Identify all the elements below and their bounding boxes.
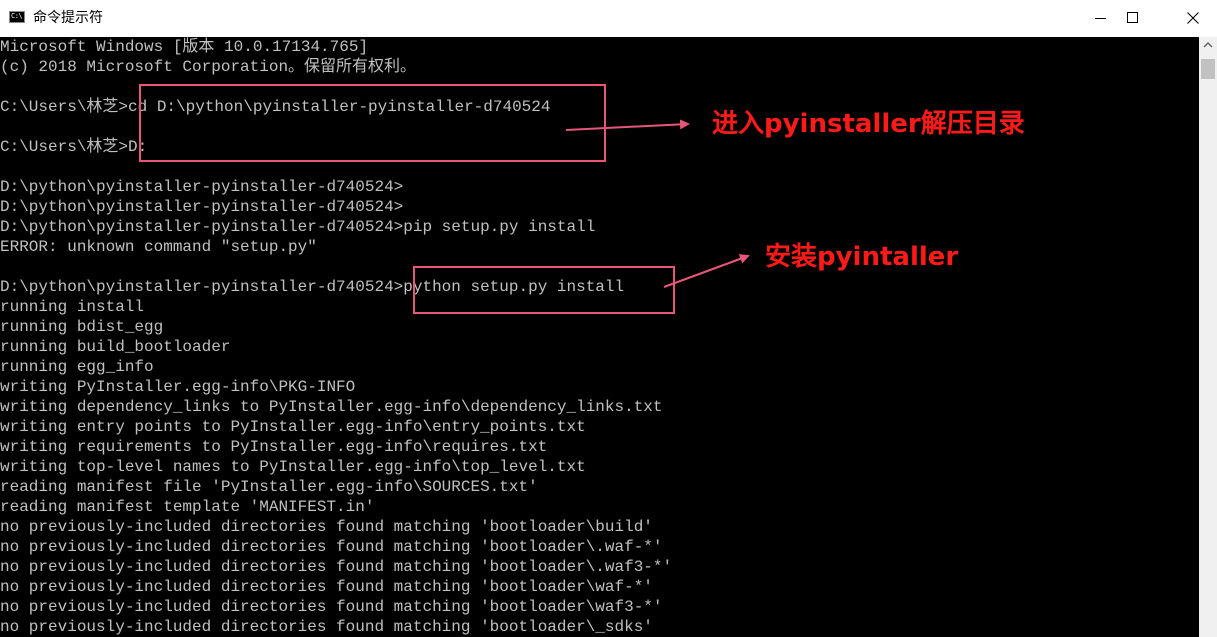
annotation-label-install: 安装pyintaller [765, 242, 959, 272]
annotation-arrows [565, 119, 750, 288]
annotation-label-enter-dir: 进入pyinstaller解压目录 [712, 109, 1025, 139]
arrow-to-label-2 [663, 254, 750, 288]
arrow-to-label-1 [565, 119, 690, 131]
